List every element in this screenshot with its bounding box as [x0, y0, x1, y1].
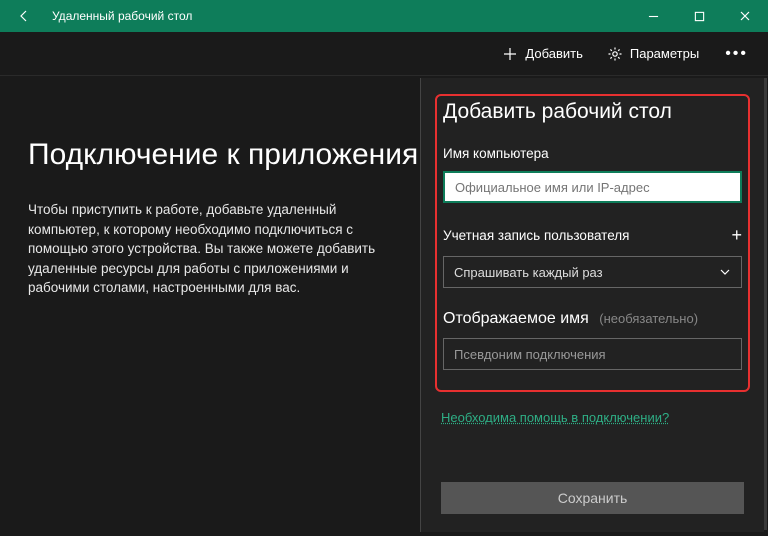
- chevron-down-icon: [719, 266, 731, 278]
- add-account-button[interactable]: +: [731, 225, 742, 246]
- add-button-label: Добавить: [525, 46, 582, 61]
- close-button[interactable]: [722, 0, 768, 32]
- display-name-label: Отображаемое имя: [443, 310, 589, 327]
- panel-footer: Сохранить: [421, 472, 764, 532]
- computer-name-field: Имя компьютера: [443, 146, 742, 203]
- display-name-input[interactable]: [443, 338, 742, 370]
- minimize-icon: [648, 11, 659, 22]
- toolbar: Добавить Параметры •••: [0, 32, 768, 76]
- window-controls: [630, 0, 768, 32]
- scrollbar[interactable]: [764, 78, 767, 530]
- gear-icon: [607, 46, 623, 62]
- window-title: Удаленный рабочий стол: [48, 9, 630, 23]
- display-name-field: Отображаемое имя (необязательно): [443, 310, 742, 370]
- maximize-button[interactable]: [676, 0, 722, 32]
- close-icon: [739, 10, 751, 22]
- user-account-value: Спрашивать каждый раз: [454, 265, 603, 280]
- add-button[interactable]: Добавить: [490, 32, 594, 75]
- settings-button[interactable]: Параметры: [595, 32, 711, 75]
- user-account-select[interactable]: Спрашивать каждый раз: [443, 256, 742, 288]
- content-area: Подключение к приложениям Чтобы приступи…: [0, 78, 768, 536]
- page-description: Чтобы приступить к работе, добавьте удал…: [28, 200, 390, 298]
- add-desktop-panel: Добавить рабочий стол Имя компьютера Уче…: [420, 78, 764, 532]
- more-button[interactable]: •••: [711, 32, 762, 75]
- main-area: Подключение к приложениям Чтобы приступи…: [0, 78, 420, 298]
- titlebar: Удаленный рабочий стол: [0, 0, 768, 32]
- back-button[interactable]: [0, 0, 48, 32]
- panel-title: Добавить рабочий стол: [443, 100, 742, 124]
- page-title: Подключение к приложениям: [28, 138, 390, 172]
- ellipsis-icon: •••: [725, 45, 748, 63]
- highlight-annotation: Добавить рабочий стол Имя компьютера Уче…: [435, 94, 750, 392]
- plus-icon: [502, 46, 518, 62]
- help-link[interactable]: Необходима помощь в подключении?: [441, 410, 669, 425]
- user-account-label: Учетная запись пользователя: [443, 228, 629, 243]
- user-account-field: Учетная запись пользователя + Спрашивать…: [443, 225, 742, 288]
- settings-button-label: Параметры: [630, 46, 699, 61]
- arrow-left-icon: [16, 8, 32, 24]
- display-name-optional: (необязательно): [599, 311, 698, 326]
- computer-name-label: Имя компьютера: [443, 146, 742, 161]
- computer-name-input[interactable]: [443, 171, 742, 203]
- maximize-icon: [694, 11, 705, 22]
- save-button[interactable]: Сохранить: [441, 482, 744, 514]
- minimize-button[interactable]: [630, 0, 676, 32]
